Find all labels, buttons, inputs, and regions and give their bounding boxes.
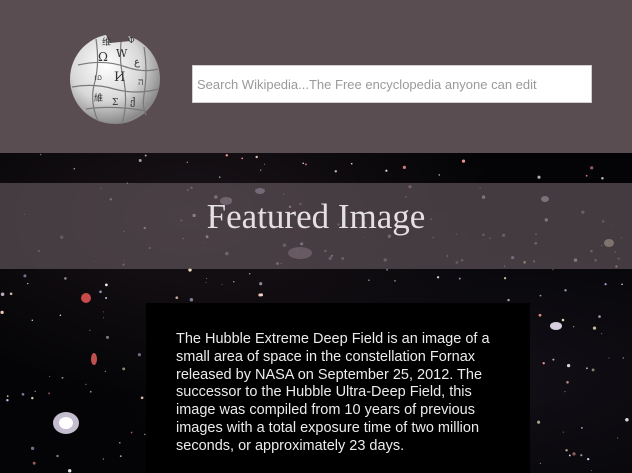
search-input[interactable] [192,65,592,103]
svg-text:И: И [114,70,125,85]
header: Ω W ع ம И ה 維 Σ ქ 维 Ф [0,0,632,153]
svg-text:ქ: ქ [130,97,135,108]
svg-text:維: 維 [94,92,103,104]
svg-text:Σ: Σ [112,98,118,108]
svg-text:ம: ம [94,72,102,83]
svg-text:Ω: Ω [98,50,108,64]
svg-text:ع: ع [134,57,140,68]
svg-text:Ф: Ф [128,36,135,45]
page: Ω W ع ம И ה 維 Σ ქ 维 Ф Search Wikipedia..… [0,0,632,473]
featured-description: The Hubble Extreme Deep Field is an imag… [176,331,490,454]
svg-text:维: 维 [102,36,111,48]
wikipedia-globe-icon[interactable]: Ω W ع ம И ה 維 Σ ქ 维 Ф [64,25,166,127]
svg-text:W: W [116,47,128,60]
svg-text:ה: ה [138,77,144,88]
featured-title: Featured Image [206,197,426,236]
